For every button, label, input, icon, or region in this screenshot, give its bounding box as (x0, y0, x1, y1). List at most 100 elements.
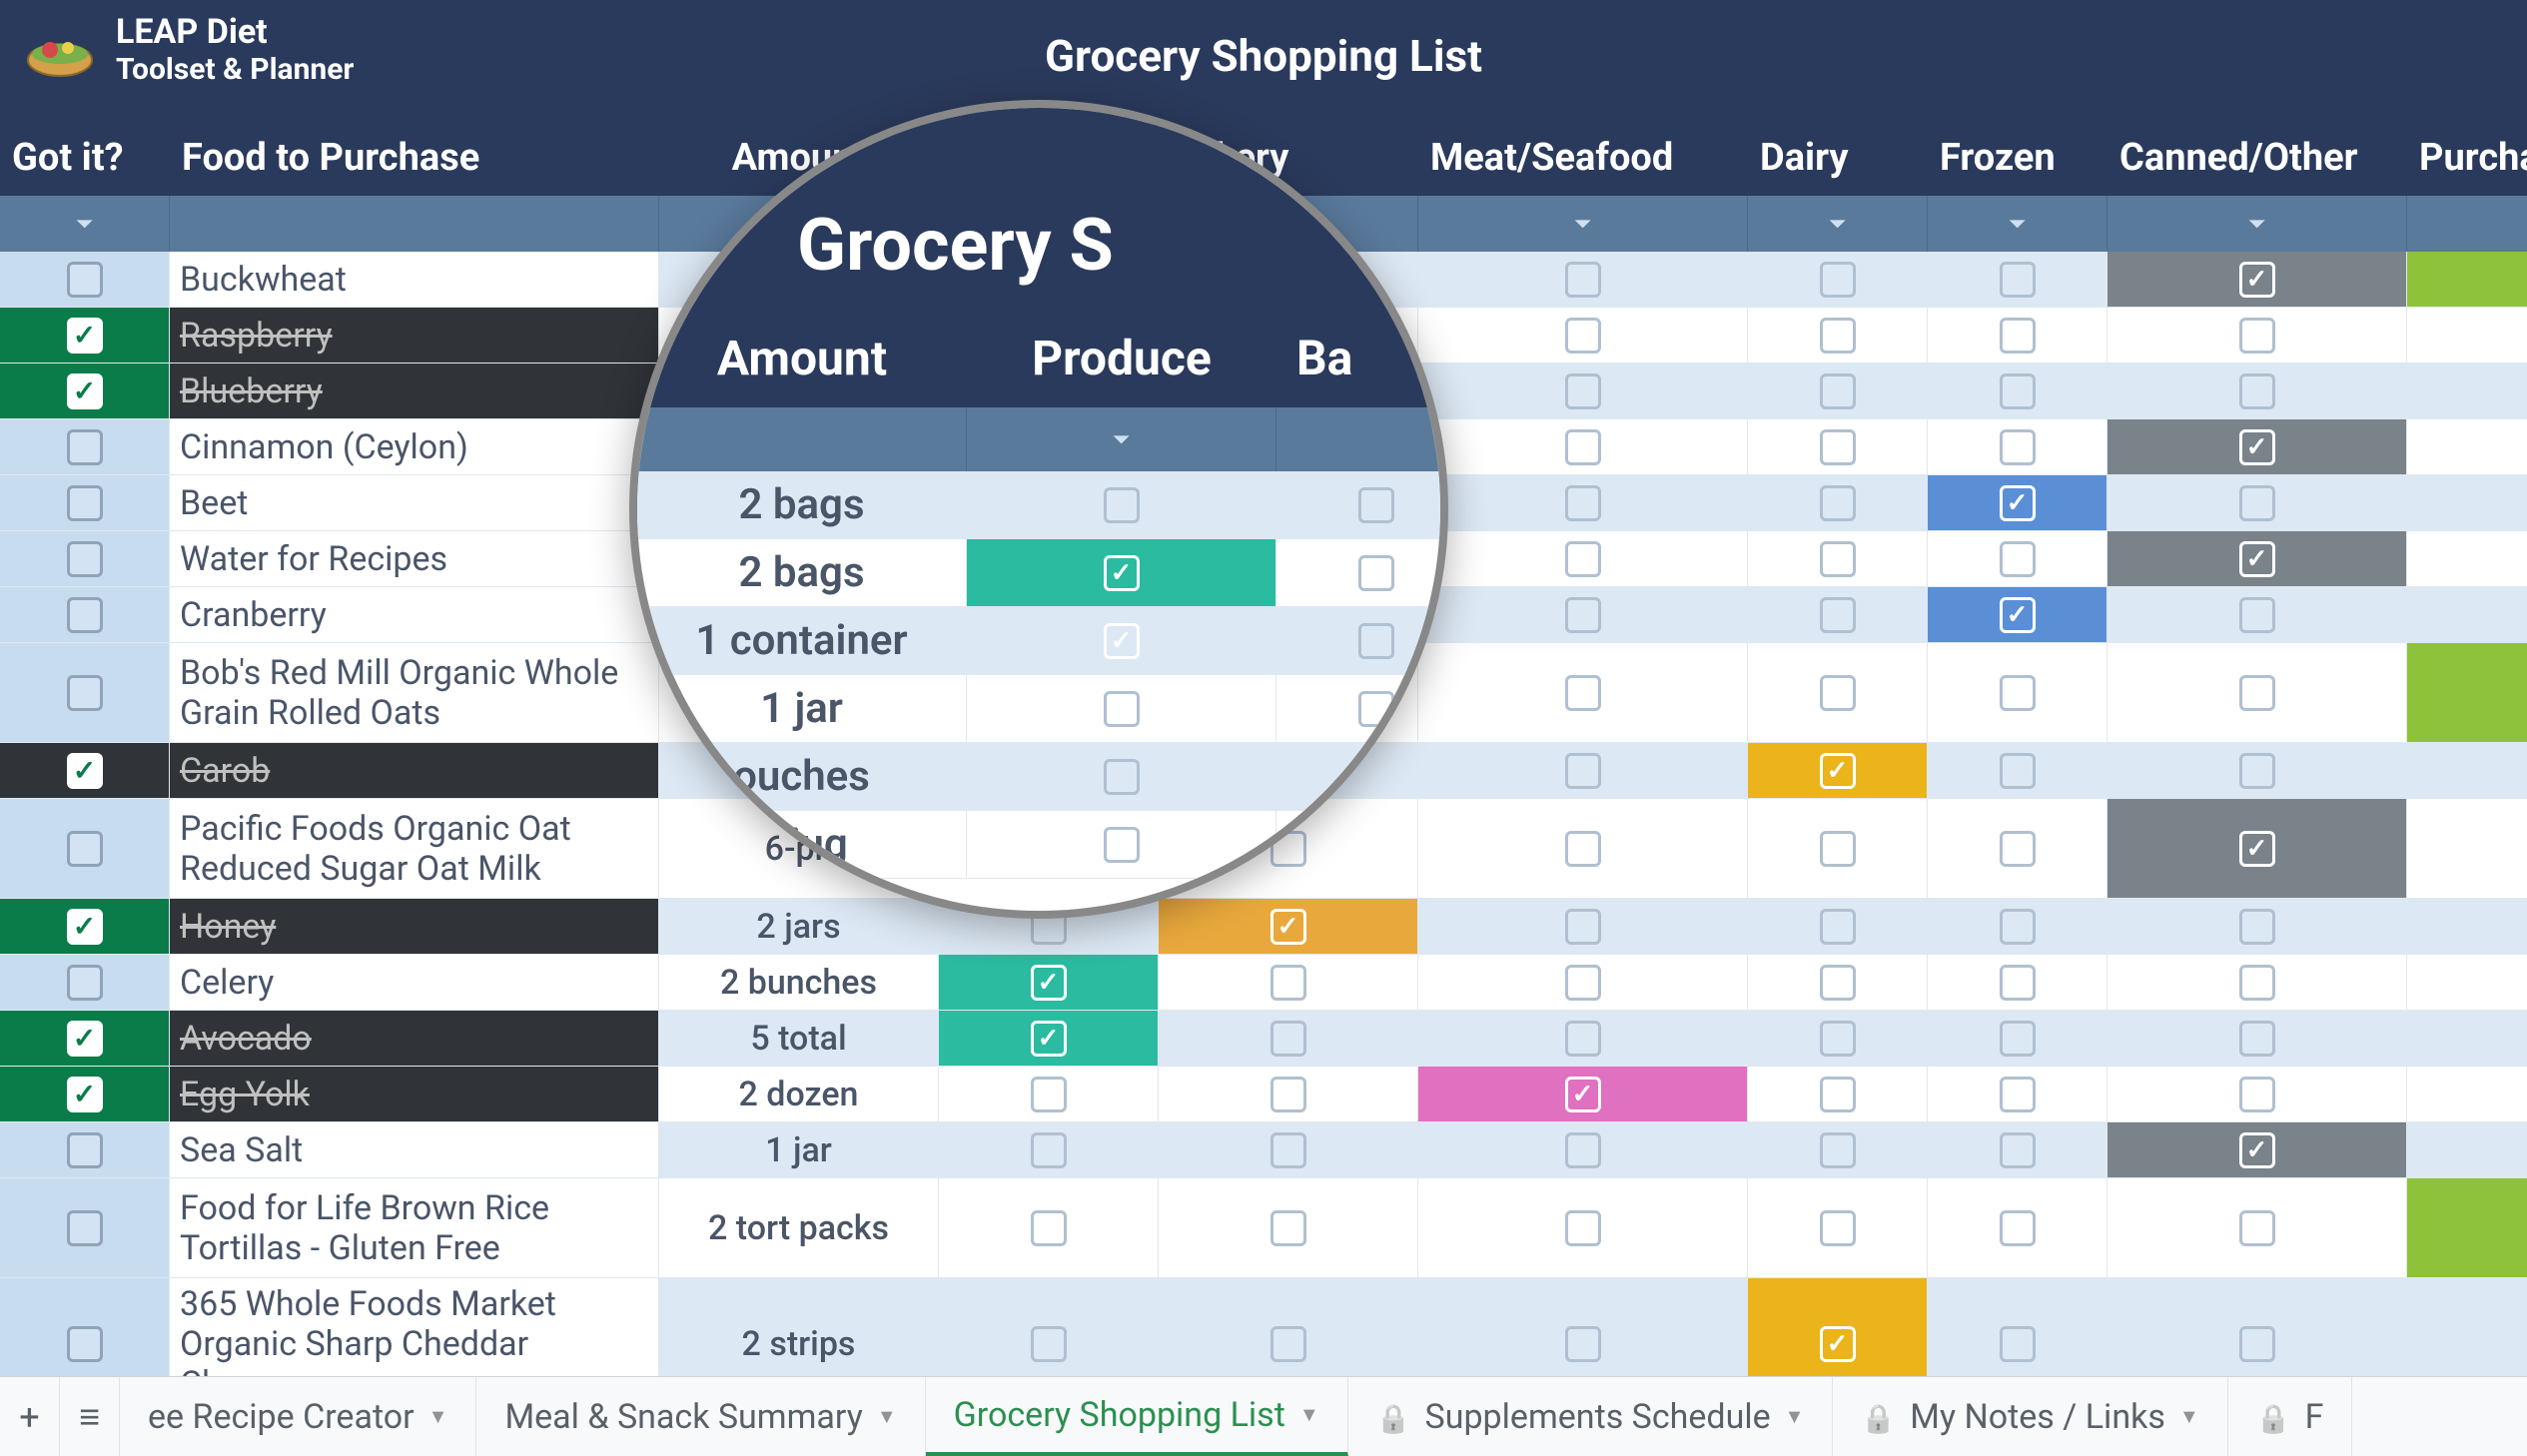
amount-cell[interactable]: 2 bunches (659, 955, 939, 1011)
gotit-cell[interactable] (0, 587, 170, 643)
amount-cell[interactable]: 2 tort packs (659, 1178, 939, 1278)
gotit-checkbox[interactable] (67, 318, 103, 354)
category-cell-frozen[interactable] (1928, 1011, 2107, 1067)
category-cell-frozen[interactable] (1928, 743, 2107, 799)
category-checkbox[interactable] (2239, 753, 2275, 789)
category-cell-dairy[interactable] (1748, 899, 1928, 955)
category-checkbox[interactable] (2239, 597, 2275, 633)
category-checkbox[interactable] (2239, 429, 2275, 465)
food-cell[interactable]: Food for Life Brown Rice Tortillas - Glu… (170, 1178, 659, 1278)
category-checkbox[interactable] (1270, 1326, 1306, 1362)
category-cell-meatseafood[interactable] (1418, 643, 1748, 743)
category-cell-purchaseonline[interactable] (2407, 308, 2527, 364)
category-cell-frozen[interactable] (1928, 475, 2107, 531)
food-cell[interactable]: Carob (170, 743, 659, 799)
category-cell-purchaseonline[interactable] (2407, 955, 2527, 1011)
category-cell-bakery[interactable] (1159, 1067, 1418, 1122)
category-checkbox[interactable] (2000, 541, 2036, 577)
gotit-checkbox[interactable] (67, 1326, 103, 1362)
category-checkbox[interactable] (1565, 1021, 1601, 1057)
category-cell-meatseafood[interactable] (1418, 531, 1748, 587)
category-cell-dairy[interactable] (1748, 955, 1928, 1011)
category-checkbox[interactable] (1565, 675, 1601, 711)
category-cell-cannedother[interactable] (2107, 799, 2407, 899)
category-cell-purchaseonline[interactable] (2407, 899, 2527, 955)
category-cell-purchaseonline[interactable] (2407, 643, 2527, 743)
category-checkbox[interactable] (1820, 597, 1856, 633)
category-checkbox[interactable] (1820, 965, 1856, 1001)
category-checkbox[interactable] (2000, 485, 2036, 521)
category-cell-meatseafood[interactable] (1418, 1011, 1748, 1067)
amount-cell[interactable]: 2 strips (659, 1278, 939, 1376)
filter-meat[interactable]: ⏷ (1418, 196, 1748, 252)
category-cell-cannedother[interactable] (2107, 475, 2407, 531)
gotit-checkbox[interactable] (67, 1132, 103, 1168)
gotit-cell[interactable] (0, 531, 170, 587)
category-checkbox[interactable] (2000, 1210, 2036, 1246)
category-cell-frozen[interactable] (1928, 955, 2107, 1011)
food-cell[interactable]: Honey (170, 899, 659, 955)
category-cell-purchaseonline[interactable] (2407, 1067, 2527, 1122)
sheet-list-button[interactable]: ≡ (60, 1377, 120, 1456)
category-cell-meatseafood[interactable] (1418, 743, 1748, 799)
category-cell-cannedother[interactable] (2107, 899, 2407, 955)
gotit-cell[interactable] (0, 899, 170, 955)
food-cell[interactable]: Sea Salt (170, 1122, 659, 1178)
food-cell[interactable]: Pacific Foods Organic Oat Reduced Sugar … (170, 799, 659, 899)
category-cell-produce[interactable] (939, 1011, 1159, 1067)
col-meat[interactable]: Meat/Seafood (1418, 136, 1748, 180)
gotit-checkbox[interactable] (67, 1021, 103, 1057)
category-cell-purchaseonline[interactable] (2407, 1122, 2527, 1178)
category-cell-dairy[interactable] (1748, 1122, 1928, 1178)
category-cell-frozen[interactable] (1928, 643, 2107, 743)
gotit-cell[interactable] (0, 419, 170, 475)
tab-meal-snack[interactable]: Meal & Snack Summary▼ (476, 1377, 925, 1456)
category-cell-purchaseonline[interactable] (2407, 587, 2527, 643)
category-cell-meatseafood[interactable] (1418, 1122, 1748, 1178)
category-checkbox[interactable] (2239, 373, 2275, 409)
category-cell-dairy[interactable] (1748, 308, 1928, 364)
category-cell-purchaseonline[interactable] (2407, 531, 2527, 587)
food-cell[interactable]: Cinnamon (Ceylon) (170, 419, 659, 475)
category-checkbox[interactable] (2000, 318, 2036, 354)
category-checkbox[interactable] (1565, 429, 1601, 465)
category-cell-bakery[interactable] (1159, 1278, 1418, 1376)
filter-online[interactable]: ⏷ (2407, 196, 2527, 252)
gotit-cell[interactable] (0, 1067, 170, 1122)
category-checkbox[interactable] (2000, 597, 2036, 633)
category-checkbox[interactable] (1565, 1077, 1601, 1112)
category-cell-cannedother[interactable] (2107, 1067, 2407, 1122)
category-cell-produce[interactable] (939, 1122, 1159, 1178)
col-food[interactable]: Food to Purchase (170, 136, 659, 180)
category-cell-dairy[interactable] (1748, 252, 1928, 308)
category-checkbox[interactable] (1565, 318, 1601, 354)
food-cell[interactable]: Cranberry (170, 587, 659, 643)
col-gotit[interactable]: Got it? (0, 136, 170, 180)
category-cell-meatseafood[interactable] (1418, 1067, 1748, 1122)
category-cell-dairy[interactable] (1748, 743, 1928, 799)
category-cell-purchaseonline[interactable] (2407, 364, 2527, 419)
category-checkbox[interactable] (2239, 1077, 2275, 1112)
category-cell-meatseafood[interactable] (1418, 899, 1748, 955)
category-checkbox[interactable] (1565, 1326, 1601, 1362)
tab-supplements[interactable]: Supplements Schedule▼ (1348, 1377, 1834, 1456)
category-cell-cannedother[interactable] (2107, 419, 2407, 475)
filter-food[interactable] (170, 196, 659, 252)
category-checkbox[interactable] (2239, 1326, 2275, 1362)
category-checkbox[interactable] (1565, 597, 1601, 633)
category-checkbox[interactable] (1270, 1210, 1306, 1246)
category-checkbox[interactable] (1031, 1210, 1067, 1246)
amount-cell[interactable]: 2 dozen (659, 1067, 939, 1122)
category-cell-cannedother[interactable] (2107, 1122, 2407, 1178)
category-checkbox[interactable] (1565, 262, 1601, 298)
category-cell-purchaseonline[interactable] (2407, 1178, 2527, 1278)
category-checkbox[interactable] (1565, 909, 1601, 945)
category-checkbox[interactable] (2239, 831, 2275, 867)
category-checkbox[interactable] (1820, 1021, 1856, 1057)
category-checkbox[interactable] (1565, 965, 1601, 1001)
category-cell-meatseafood[interactable] (1418, 308, 1748, 364)
col-dairy[interactable]: Dairy (1748, 136, 1928, 180)
category-cell-purchaseonline[interactable] (2407, 419, 2527, 475)
gotit-cell[interactable] (0, 308, 170, 364)
category-checkbox[interactable] (1565, 485, 1601, 521)
